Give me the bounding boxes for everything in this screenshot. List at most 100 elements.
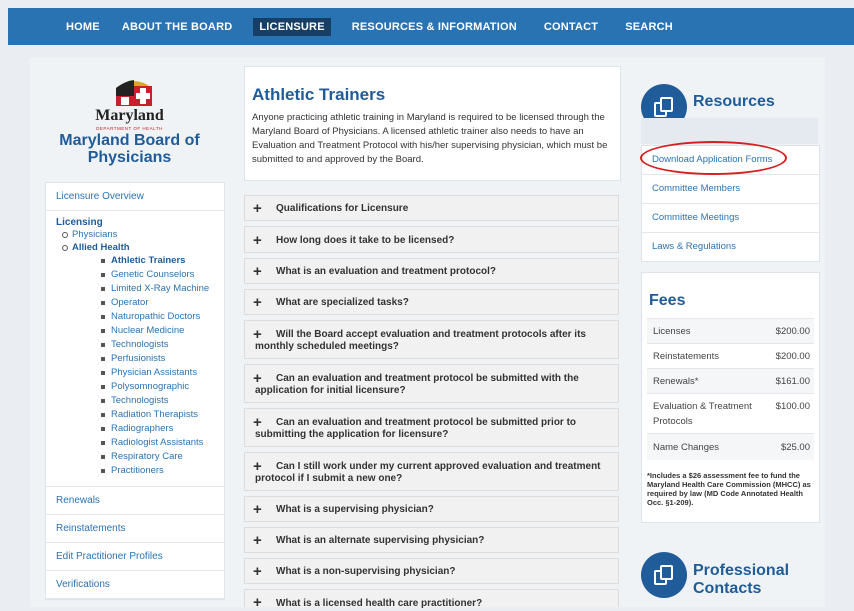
faq-item[interactable]: + Qualifications for Licensure (244, 195, 619, 221)
faq-item[interactable]: + What is a supervising physician? (244, 496, 619, 522)
fee-name: Renewals* (653, 376, 699, 387)
sidebar-item-polysomnographic[interactable]: Polysomnographic (56, 380, 214, 394)
faq-question: What is a non-supervising physician? (276, 566, 456, 577)
board-logo[interactable]: Maryland DEPARTMENT OF HEALTH Maryland B… (36, 66, 223, 176)
faq-question: What is a supervising physician? (276, 504, 434, 515)
fee-name: Name Changes (653, 442, 720, 453)
fee-name: Reinstatements (653, 351, 720, 362)
faq-item[interactable]: + Will the Board accept evaluation and t… (244, 320, 619, 359)
sidebar-item-limited-xray-cont[interactable]: Operator (56, 296, 214, 310)
faq-item[interactable]: + What is a licensed health care practit… (244, 589, 619, 610)
fee-name: Licenses (653, 326, 691, 337)
sidebar-item-respiratory-care-cont[interactable]: Practitioners (56, 464, 214, 478)
sidebar-item-nuclear-medicine-cont[interactable]: Technologists (56, 338, 214, 352)
faq-item[interactable]: + What are specialized tasks? (244, 289, 619, 315)
intro-panel: Athletic Trainers Anyone practicing athl… (244, 66, 621, 181)
sidebar-item-radiation-therapists[interactable]: Radiation Therapists (56, 408, 214, 422)
department-label: DEPARTMENT OF HEALTH (96, 126, 163, 131)
plus-icon: + (253, 501, 262, 518)
fee-value: $200.00 (775, 351, 810, 362)
main-navigation: HOME ABOUT THE BOARD LICENSURE RESOURCES… (8, 8, 854, 45)
faq-item[interactable]: + What is an alternate supervising physi… (244, 527, 619, 553)
sidebar-item-physician-assistants[interactable]: Physician Assistants (56, 366, 214, 380)
sidebar-item-label: Technologists (111, 395, 169, 406)
plus-icon: + (253, 263, 262, 280)
plus-icon: + (253, 200, 262, 217)
plus-icon: + (253, 563, 262, 580)
committee-members-link[interactable]: Committee Members (642, 175, 819, 204)
nav-about-the-board[interactable]: ABOUT THE BOARD (116, 18, 239, 36)
fee-row: Name Changes $25.00 (647, 433, 814, 460)
faq-item[interactable]: + How long does it take to be licensed? (244, 226, 619, 253)
sidebar-item-radiologist-assistants[interactable]: Radiologist Assistants (56, 436, 214, 450)
sidebar-item-perfusionists[interactable]: Perfusionists (56, 352, 214, 366)
faq-item[interactable]: + What is an evaluation and treatment pr… (244, 258, 619, 284)
maryland-flag-icon (116, 80, 152, 106)
resources-header-band (641, 118, 818, 144)
highlight-annotation (640, 141, 787, 175)
professional-contacts-title: Professional Contacts (693, 562, 790, 597)
sidebar-item-reinstatements[interactable]: Reinstatements (46, 515, 224, 543)
sidebar-item-verifications[interactable]: Verifications (46, 571, 224, 599)
committee-meetings-link[interactable]: Committee Meetings (642, 204, 819, 233)
laws-regulations-link[interactable]: Laws & Regulations (642, 233, 819, 261)
fee-row: Evaluation & Treatment Protocols $100.00 (647, 393, 814, 434)
faq-question: What are specialized tasks? (276, 297, 409, 308)
fees-title: Fees (649, 292, 686, 309)
sidebar-item-licensing[interactable]: Licensing (56, 217, 214, 228)
sidebar-item-radiographers[interactable]: Radiographers (56, 422, 214, 436)
faq-item[interactable]: + What is a non-supervising physician? (244, 558, 619, 584)
fee-value: $100.00 (775, 401, 810, 412)
plus-icon: + (253, 294, 262, 311)
fee-name: Evaluation & Treatment Protocols (653, 401, 752, 427)
sidebar-item-physicians[interactable]: Physicians (56, 228, 214, 241)
sidebar-nav: Licensure Overview Licensing Physicians … (45, 182, 225, 600)
sidebar-item-edit-profiles[interactable]: Edit Practitioner Profiles (46, 543, 224, 571)
fee-value: $200.00 (775, 326, 810, 337)
nav-licensure[interactable]: LICENSURE (253, 17, 331, 36)
sidebar-item-naturopathic[interactable]: Naturopathic Doctors (56, 310, 214, 324)
faq-question: What is an evaluation and treatment prot… (276, 266, 497, 277)
faq-item[interactable]: + Can an evaluation and treatment protoc… (244, 364, 619, 403)
sidebar-licensing-section: Licensing Physicians Allied Health Athle… (46, 211, 224, 487)
contacts-icon (641, 552, 687, 598)
intro-text: Anyone practicing athletic training in M… (252, 112, 608, 165)
plus-icon: + (253, 532, 262, 549)
sidebar-item-label: Technologists (111, 339, 169, 350)
sidebar-item-genetic-counselors[interactable]: Genetic Counselors (56, 268, 214, 282)
nav-contact[interactable]: CONTACT (538, 18, 604, 36)
fees-footnote: *Includes a $26 assessment fee to fund t… (647, 471, 811, 507)
fee-row: Reinstatements $200.00 (647, 343, 814, 369)
faq-question: Qualifications for Licensure (276, 203, 409, 214)
faq-item[interactable]: + Can an evaluation and treatment protoc… (244, 408, 619, 447)
board-name: Maryland Board of Physicians (59, 132, 200, 166)
fee-row: Licenses $200.00 (647, 318, 814, 344)
faq-item[interactable]: + Can I still work under my current appr… (244, 452, 619, 491)
sidebar-item-polysomnographic-cont[interactable]: Technologists (56, 394, 214, 408)
fees-panel: Fees Licenses $200.00 Reinstatements $20… (641, 272, 820, 523)
sidebar-item-limited-xray[interactable]: Limited X-Ray Machine (56, 282, 214, 296)
sidebar-item-label: Practitioners (111, 465, 164, 476)
page-title: Athletic Trainers (252, 85, 386, 104)
sidebar-item-label: Operator (111, 297, 149, 308)
nav-home[interactable]: HOME (60, 18, 106, 36)
sidebar-item-licensure-overview[interactable]: Licensure Overview (46, 183, 224, 211)
plus-icon: + (253, 232, 262, 249)
faq-question: What is a licensed health care practitio… (276, 598, 483, 609)
faq-question: Can I still work under my current approv… (255, 461, 601, 484)
fee-value: $161.00 (775, 376, 810, 387)
resources-title: Resources (693, 93, 775, 110)
faq-question: Can an evaluation and treatment protocol… (255, 373, 579, 396)
nav-resources-information[interactable]: RESOURCES & INFORMATION (346, 18, 523, 36)
fee-row: Renewals* $161.00 (647, 368, 814, 394)
sidebar-item-respiratory-care[interactable]: Respiratory Care (56, 450, 214, 464)
fee-value: $25.00 (780, 442, 810, 453)
faq-question: Will the Board accept evaluation and tre… (255, 329, 586, 352)
sidebar-item-athletic-trainers[interactable]: Athletic Trainers (56, 254, 214, 268)
sidebar-item-renewals[interactable]: Renewals (46, 487, 224, 515)
faq-question: Can an evaluation and treatment protocol… (255, 417, 577, 440)
sidebar-item-allied-health[interactable]: Allied Health (56, 241, 214, 254)
maryland-wordmark: Maryland (95, 107, 164, 124)
nav-search[interactable]: SEARCH (619, 18, 679, 36)
sidebar-item-nuclear-medicine[interactable]: Nuclear Medicine (56, 324, 214, 338)
